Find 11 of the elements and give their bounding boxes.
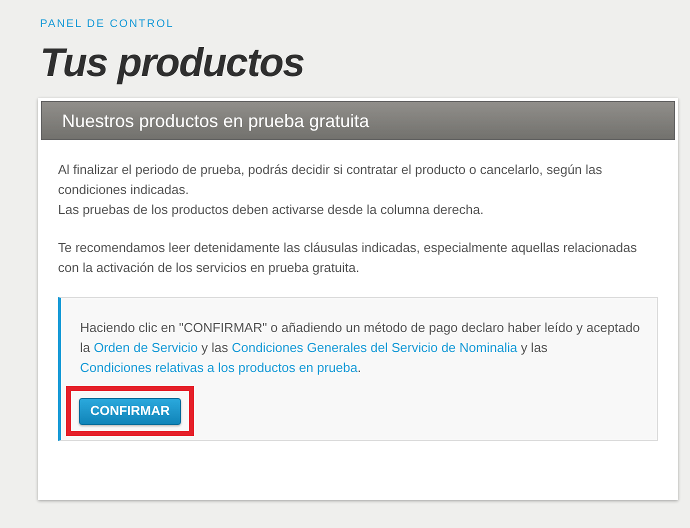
confirm-button[interactable]: CONFIRMAR <box>79 398 181 424</box>
link[interactable]: Condiciones relativas a los productos en prueba <box>80 360 358 375</box>
breadcrumb: PANEL DE CONTROL <box>40 17 176 31</box>
body-text: Al finalizar el periodo de prueba, podrás decidir si contratar el producto o cancelarlo, según las condiciones indicadas. <box>58 161 604 199</box>
page-title: Tus productos <box>40 40 306 87</box>
consent-text: Haciendo clic en "CONFIRMAR" o añadiendo un método de pago declaro haber leído y aceptado la Orden de Servicio y las Condiciones Generales del Servicio de Nominalia y las Condiciones relativas a los productos en prueba. <box>80 319 641 377</box>
link[interactable]: Orden de Servicio <box>94 340 198 355</box>
body-text: Te recomendamos leer detenidamente las cláusulas indicadas, especialmente aquellas relacionadas con la activación de los servicios en prueba gratuita. <box>58 239 638 277</box>
link[interactable]: Condiciones Generales del Servicio de Nominalia <box>232 340 518 355</box>
body-text: Las pruebas de los productos deben activarse desde la columna derecha. <box>58 201 485 219</box>
panel-header: Nuestros productos en prueba gratuita <box>41 101 675 140</box>
